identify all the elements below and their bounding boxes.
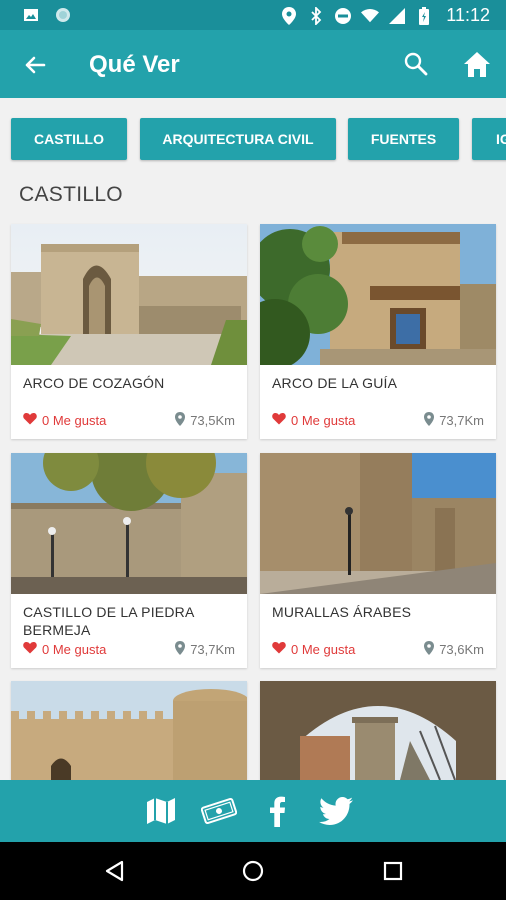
bottom-toolbar: [0, 780, 506, 842]
home-circle-icon[interactable]: [240, 858, 266, 884]
distance-label: 73,7Km: [190, 642, 235, 657]
tab-fuentes[interactable]: FUENTES: [348, 118, 459, 160]
place-photo: [260, 681, 496, 780]
place-photo: [11, 681, 247, 780]
tab-castillo[interactable]: CASTILLO: [11, 118, 127, 160]
search-icon[interactable]: [402, 50, 430, 78]
money-icon[interactable]: [201, 794, 237, 828]
distance: 73,6Km: [424, 641, 484, 658]
section-title: CASTILLO: [19, 183, 123, 206]
location-pin-icon: [175, 641, 186, 658]
place-card[interactable]: CASTILLO DE LA PIEDRA BERMEJA 0 Me gusta…: [11, 453, 247, 668]
place-photo: [260, 224, 496, 365]
location-icon: [280, 6, 298, 25]
heart-icon: [272, 412, 286, 428]
distance-label: 73,6Km: [439, 642, 484, 657]
place-name: ARCO DE LA GUÍA: [272, 375, 398, 391]
distance: 73,7Km: [175, 641, 235, 658]
place-card[interactable]: [11, 681, 247, 780]
distance: 73,5Km: [175, 412, 235, 429]
heart-icon: [272, 641, 286, 657]
like-label: 0 Me gusta: [42, 641, 107, 657]
place-name: MURALLAS ÁRABES: [272, 604, 412, 620]
heart-icon: [23, 412, 37, 428]
place-card[interactable]: ARCO DE COZAGÓN 0 Me gusta 73,5Km: [11, 224, 247, 439]
image-icon: [22, 6, 40, 24]
like-count[interactable]: 0 Me gusta: [23, 641, 106, 657]
facebook-icon[interactable]: [259, 794, 295, 828]
do-not-disturb-icon: [334, 7, 352, 25]
place-photo: [11, 224, 247, 365]
tab-iglesias[interactable]: IG: [472, 118, 506, 160]
place-card[interactable]: MURALLAS ÁRABES 0 Me gusta 73,6Km: [260, 453, 496, 668]
distance-label: 73,7Km: [439, 413, 484, 428]
location-pin-icon: [424, 641, 435, 658]
signal-icon: [388, 7, 406, 25]
battery-icon: [415, 6, 433, 25]
back-triangle-icon[interactable]: [101, 858, 127, 884]
heart-icon: [23, 641, 37, 657]
app-bar: Qué Ver: [0, 30, 506, 98]
like-label: 0 Me gusta: [42, 412, 107, 428]
place-name: CASTILLO DE LA PIEDRA BERMEJA: [23, 604, 194, 638]
like-count[interactable]: 0 Me gusta: [272, 641, 355, 657]
like-label: 0 Me gusta: [291, 412, 356, 428]
arrow-left-icon[interactable]: [20, 50, 50, 80]
category-tabs: CASTILLO ARQUITECTURA CIVIL FUENTES IG: [0, 98, 506, 180]
map-icon[interactable]: [143, 794, 179, 828]
place-card[interactable]: ARCO DE LA GUÍA 0 Me gusta 73,7Km: [260, 224, 496, 439]
twitter-icon[interactable]: [318, 794, 354, 828]
place-card[interactable]: [260, 681, 496, 780]
distance: 73,7Km: [424, 412, 484, 429]
like-label: 0 Me gusta: [291, 641, 356, 657]
like-count[interactable]: 0 Me gusta: [272, 412, 355, 428]
page-title: Qué Ver: [89, 51, 180, 78]
recents-square-icon[interactable]: [380, 858, 406, 884]
tab-arquitectura-civil[interactable]: ARQUITECTURA CIVIL: [140, 118, 336, 160]
distance-label: 73,5Km: [190, 413, 235, 428]
wifi-icon: [361, 7, 380, 25]
place-name: ARCO DE COZAGÓN: [23, 375, 165, 391]
location-pin-icon: [175, 412, 186, 429]
status-bar: 11:12: [0, 0, 506, 30]
location-pin-icon: [424, 412, 435, 429]
home-icon[interactable]: [461, 49, 493, 81]
circle-icon: [54, 6, 72, 24]
bluetooth-icon: [307, 6, 325, 25]
clock-time: 11:12: [446, 5, 490, 25]
place-photo: [11, 453, 247, 594]
like-count[interactable]: 0 Me gusta: [23, 412, 106, 428]
place-photo: [260, 453, 496, 594]
system-nav-bar: [0, 842, 506, 900]
